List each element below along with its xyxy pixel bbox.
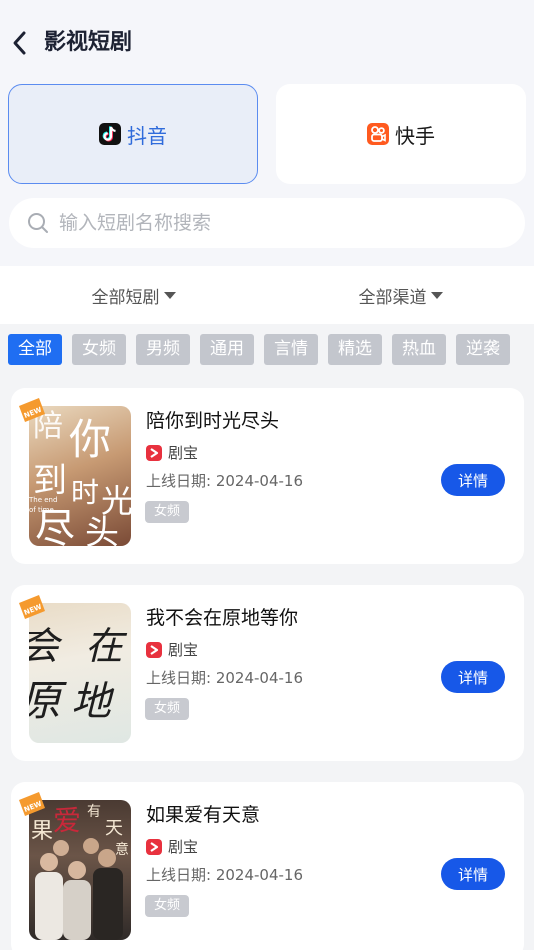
poster-char: 会	[29, 624, 63, 668]
platform-tab-kuaishou[interactable]: 快手	[276, 84, 526, 184]
source-name: 剧宝	[168, 444, 199, 462]
search-bar[interactable]	[9, 198, 525, 248]
page-title: 影视短剧	[44, 30, 133, 55]
poster-char: 天	[105, 818, 123, 839]
new-badge-icon: NEW	[19, 792, 45, 816]
tag-female[interactable]: 女频	[72, 334, 126, 365]
caret-down-icon	[430, 291, 443, 299]
category-tags: 全部 女频 男频 通用 言情 精选 热血 逆袭	[8, 334, 534, 365]
poster-char: 在	[85, 624, 128, 668]
genre-badge: 女频	[145, 501, 190, 523]
platform-tab-douyin[interactable]: 抖音	[8, 84, 258, 184]
poster-char: 你	[69, 415, 111, 464]
tag-general[interactable]: 通用	[200, 334, 254, 365]
source-name: 剧宝	[168, 641, 199, 659]
drama-title: 如果爱有天意	[146, 804, 261, 826]
jubao-icon	[146, 641, 162, 658]
genre-badge: 女频	[145, 895, 190, 917]
channel-filter-label: 全部渠道	[358, 287, 427, 308]
kuaishou-icon	[367, 123, 389, 145]
tag-romance[interactable]: 言情	[264, 334, 318, 365]
poster-char: 时	[71, 476, 99, 509]
drama-source: 剧宝	[146, 639, 198, 660]
drama-poster: 会 在 原 地	[29, 603, 131, 743]
new-badge-icon: NEW	[19, 398, 45, 422]
drama-card[interactable]: 会 在 原 地 NEW 我不会在原地等你 剧宝 上线日期: 2024-04-16…	[11, 585, 524, 761]
drama-filter-label: 全部短剧	[91, 287, 160, 308]
detail-button[interactable]: 详情	[441, 858, 505, 890]
back-arrow-icon	[13, 31, 26, 55]
jubao-icon	[146, 838, 162, 855]
drama-title: 我不会在原地等你	[146, 607, 299, 629]
release-date: 上线日期: 2024-04-16	[146, 669, 303, 687]
douyin-icon	[99, 123, 121, 145]
poster-char: 地	[71, 679, 115, 725]
poster-subtitle: of time	[29, 506, 54, 514]
poster-char: 原	[29, 676, 67, 725]
drama-source: 剧宝	[146, 442, 198, 463]
release-date: 上线日期: 2024-04-16	[146, 866, 303, 884]
detail-button[interactable]: 详情	[441, 661, 505, 693]
search-input[interactable]	[59, 212, 489, 234]
drama-card[interactable]: 果 爱 有 天 意 NEW 如果爱有天意 剧宝 上线日期: 2024-04-16…	[11, 782, 524, 950]
release-date: 上线日期: 2024-04-16	[146, 472, 303, 490]
tag-passion[interactable]: 热血	[392, 334, 446, 365]
drama-title: 陪你到时光尽头	[146, 410, 280, 432]
platform-label-douyin: 抖音	[127, 123, 167, 148]
source-name: 剧宝	[168, 838, 199, 856]
filter-bar: 全部短剧 全部渠道	[0, 266, 534, 324]
jubao-icon	[146, 444, 162, 461]
poster-char: 果	[31, 819, 53, 844]
drama-source: 剧宝	[146, 836, 198, 857]
caret-down-icon	[163, 291, 176, 299]
genre-badge: 女频	[145, 698, 190, 720]
drama-card[interactable]: 陪 你 到 时 光 尽 头 The end of time NEW 陪你到时光尽…	[11, 388, 524, 564]
poster-char: 有	[87, 804, 101, 820]
drama-poster: 果 爱 有 天 意	[29, 800, 131, 940]
new-badge-icon: NEW	[19, 595, 45, 619]
drama-filter-dropdown[interactable]: 全部短剧	[0, 266, 267, 324]
poster-subtitle: The end	[29, 496, 57, 504]
poster-char: 意	[115, 841, 129, 858]
poster-char: 到	[33, 461, 67, 501]
drama-poster: 陪 你 到 时 光 尽 头 The end of time	[29, 406, 131, 546]
tag-male[interactable]: 男频	[136, 334, 190, 365]
tag-comeback[interactable]: 逆袭	[456, 334, 510, 365]
detail-button[interactable]: 详情	[441, 464, 505, 496]
header-area: 影视短剧 抖音 快手	[0, 0, 534, 266]
poster-char: 爱	[53, 804, 81, 837]
back-button[interactable]	[10, 28, 38, 58]
tag-all[interactable]: 全部	[8, 334, 62, 365]
search-icon	[28, 213, 48, 233]
channel-filter-dropdown[interactable]: 全部渠道	[267, 266, 534, 324]
poster-char: 头	[85, 513, 119, 546]
tag-featured[interactable]: 精选	[328, 334, 382, 365]
platform-label-kuaishou: 快手	[395, 123, 435, 148]
